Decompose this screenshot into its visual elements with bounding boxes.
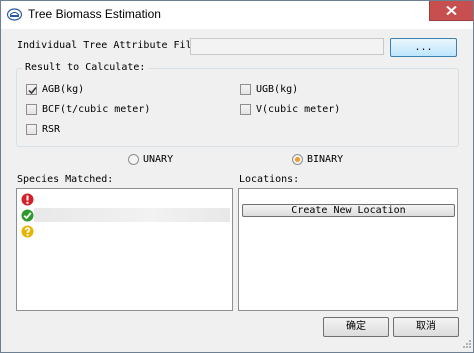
file-path-field[interactable] xyxy=(190,38,384,55)
locations-label: Locations: xyxy=(239,174,300,185)
radio-binary-label: BINARY xyxy=(307,154,344,165)
browse-button[interactable]: ... xyxy=(390,38,457,57)
species-list[interactable] xyxy=(16,188,233,311)
title-bar[interactable]: Tree Biomass Estimation xyxy=(1,1,473,29)
checkbox-bcf[interactable] xyxy=(26,104,37,115)
checkbox-volume-label: V(cubic meter) xyxy=(256,104,341,115)
ok-button[interactable]: 确定 xyxy=(323,317,389,337)
checkbox-rsr[interactable] xyxy=(26,124,37,135)
error-icon[interactable] xyxy=(21,193,34,206)
radio-unary[interactable] xyxy=(128,154,139,165)
file-label: Individual Tree Attribute File: xyxy=(17,40,204,51)
checkbox-rsr-label: RSR xyxy=(42,124,61,135)
close-button[interactable] xyxy=(429,1,473,21)
checkbox-bcf-label: BCF(t/cubic meter) xyxy=(42,104,151,115)
checkmark-icon xyxy=(28,87,37,95)
app-icon xyxy=(7,8,22,21)
species-label: Species Matched: xyxy=(17,174,114,185)
checkbox-ugb-label: UGB(kg) xyxy=(256,84,299,95)
radio-binary[interactable] xyxy=(292,154,303,165)
question-icon[interactable] xyxy=(21,225,34,238)
window-title: Tree Biomass Estimation xyxy=(28,7,161,21)
checkbox-agb-label: AGB(kg) xyxy=(42,84,85,95)
species-row-highlight xyxy=(34,208,230,222)
close-icon xyxy=(446,6,457,15)
check-icon[interactable] xyxy=(21,209,34,222)
radio-unary-label: UNARY xyxy=(143,154,174,165)
checkbox-ugb[interactable] xyxy=(240,84,251,95)
radio-selected-dot xyxy=(295,157,300,162)
result-group-label: Result to Calculate: xyxy=(22,62,149,73)
checkbox-agb[interactable] xyxy=(26,84,37,95)
create-location-button[interactable]: Create New Location xyxy=(242,204,455,217)
checkbox-volume[interactable] xyxy=(240,104,251,115)
resize-grip-icon[interactable] xyxy=(462,339,472,349)
cancel-button[interactable]: 取消 xyxy=(393,317,459,337)
